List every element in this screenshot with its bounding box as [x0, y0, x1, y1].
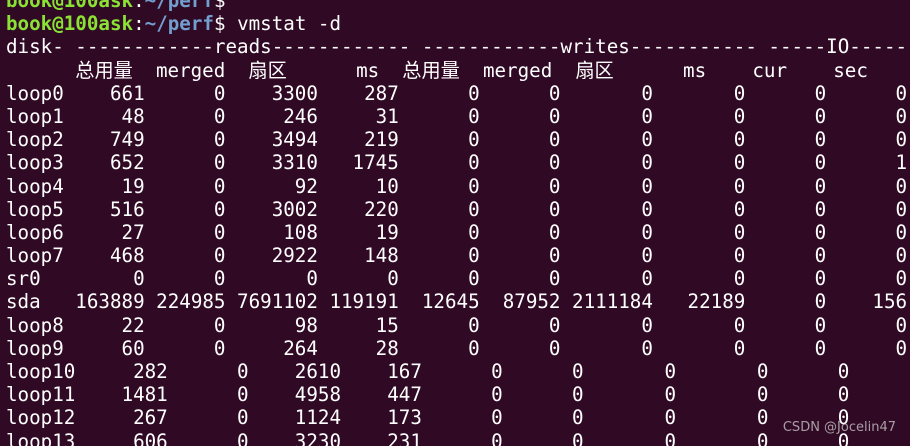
table-row: loop5 516 0 3002 220 0 0 0 0 0 0 [6, 197, 908, 221]
previous-prompt-line: book@100ask:~/perf$ [6, 0, 226, 12]
table-row: sr0 0 0 0 0 0 0 0 0 0 0 [6, 267, 908, 291]
table-row: loop0 661 0 3300 287 0 0 0 0 0 0 [6, 81, 908, 105]
table-row: loop2 749 0 3494 219 0 0 0 0 0 0 [6, 128, 908, 152]
prompt-colon: : [133, 12, 145, 36]
table-row: loop13 606 0 3230 231 0 0 0 0 0 0 [6, 429, 910, 446]
terminal-window[interactable]: book@100ask:~/perf$ book@100ask:~/perf$ v… [0, 0, 910, 446]
table-row: sda 163889 224985 7691102 119191 12645 8… [6, 290, 908, 314]
column-headers: 总用量 merged 扇区 ms 总用量 merged 扇区 ms cur se… [6, 58, 868, 82]
terminal-output: book@100ask:~/perf$ book@100ask:~/perf$ v… [6, 0, 910, 446]
table-row: loop6 27 0 108 19 0 0 0 0 0 0 [6, 220, 908, 244]
watermark: CSDN @Jocelin47 [782, 420, 896, 435]
command-text: vmstat -d [225, 12, 342, 36]
table-row: loop10 282 0 2610 167 0 0 0 0 0 0 [6, 360, 910, 383]
table-row: loop4 19 0 92 10 0 0 0 0 0 0 [6, 174, 908, 198]
output-header: disk- ------------reads------------ ----… [6, 35, 910, 59]
table-row: loop7 468 0 2922 148 0 0 0 0 0 0 [6, 244, 908, 268]
table-row: loop11 1481 0 4958 447 0 0 0 0 0 0 [6, 383, 910, 407]
table-row: loop3 652 0 3310 1745 0 0 0 0 0 1 [6, 151, 908, 175]
table-row: loop12 267 0 1124 173 0 0 0 0 0 0 [6, 406, 910, 430]
prompt-path: ~/perf [144, 12, 214, 36]
prompt-symbol: $ [213, 12, 226, 36]
table-row: loop9 60 0 264 28 0 0 0 0 0 0 [6, 336, 908, 360]
table-row: loop8 22 0 98 15 0 0 0 0 0 0 [6, 313, 908, 337]
table-row: loop1 48 0 246 31 0 0 0 0 0 0 [6, 104, 908, 128]
command-prompt-line: book@100ask:~/perf$ vmstat -d [6, 12, 910, 35]
prompt-user: book@100ask [6, 12, 134, 36]
